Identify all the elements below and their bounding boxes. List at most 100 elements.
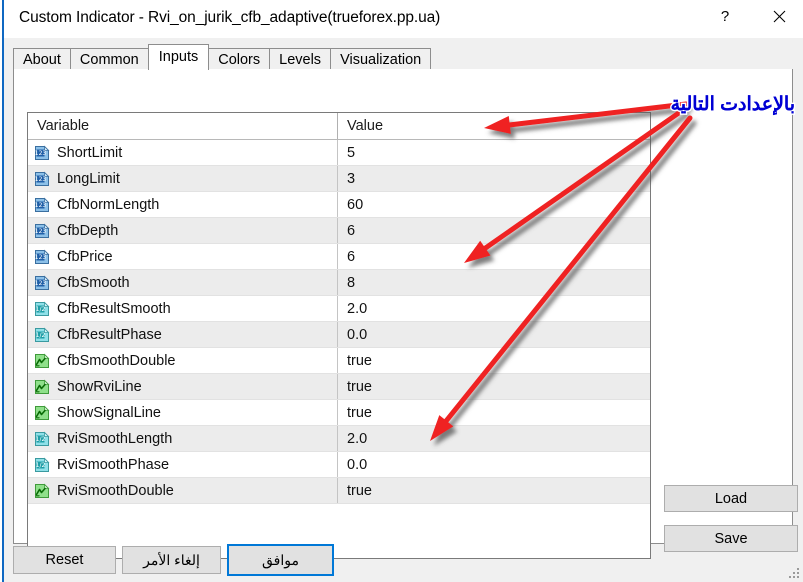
grid-row[interactable]: 1/2 CfbResultPhase 0.0 (28, 322, 650, 348)
value-cell[interactable]: 60 (338, 192, 650, 217)
variable-name: CfbPrice (57, 248, 113, 265)
double-icon: 1/2 (35, 327, 50, 342)
tab-visualization[interactable]: Visualization (330, 48, 432, 70)
grid-row[interactable]: 123 LongLimit 3 (28, 166, 650, 192)
value-cell[interactable]: 8 (338, 270, 650, 295)
variable-name: ShowRviLine (57, 378, 142, 395)
variable-cell[interactable]: 1/2 RviSmoothLength (28, 426, 338, 451)
cancel-button-label: إلغاء الأمر (143, 551, 200, 568)
grid-row[interactable]: ShowRviLine true (28, 374, 650, 400)
boolean-icon (35, 405, 50, 420)
tab-label: About (23, 52, 61, 68)
tab-common[interactable]: Common (69, 48, 149, 70)
variable-cell[interactable]: 123 CfbDepth (28, 218, 338, 243)
variable-name: RviSmoothPhase (57, 456, 170, 473)
variable-cell[interactable]: CfbSmoothDouble (28, 348, 338, 373)
resize-grip[interactable] (789, 568, 801, 580)
grid-row[interactable]: 123 CfbSmooth 8 (28, 270, 650, 296)
variable-cell[interactable]: 123 CfbPrice (28, 244, 338, 269)
tab-colors[interactable]: Colors (208, 48, 271, 70)
grid-row[interactable]: 123 ShortLimit 5 (28, 140, 650, 166)
variable-cell[interactable]: 1/2 CfbResultPhase (28, 322, 338, 347)
tab-levels[interactable]: Levels (269, 48, 332, 70)
custom-indicator-dialog: Custom Indicator - Rvi_on_jurik_cfb_adap… (0, 0, 803, 582)
tab-about[interactable]: About (13, 48, 71, 70)
grid-row[interactable]: CfbSmoothDouble true (28, 348, 650, 374)
tab-label: Visualization (340, 52, 422, 68)
variable-cell[interactable]: 123 LongLimit (28, 166, 338, 191)
grid-row[interactable]: ShowSignalLine true (28, 400, 650, 426)
save-button[interactable]: Save (664, 525, 798, 552)
variable-cell[interactable]: ShowSignalLine (28, 400, 338, 425)
tab-strip: About Common Inputs Colors Levels Visualizati… (13, 44, 793, 70)
variable-name: ShowSignalLine (57, 404, 161, 421)
svg-text:1/2: 1/2 (36, 306, 46, 313)
grid-body: 123 ShortLimit 5 123 LongLimit 3 123 CfbNormLen… (28, 140, 650, 504)
svg-text:123: 123 (35, 202, 47, 209)
dialog-client-area: About Common Inputs Colors Levels Visualizati… (4, 38, 803, 582)
grid-row[interactable]: 1/2 RviSmoothLength 2.0 (28, 426, 650, 452)
variable-cell[interactable]: 123 CfbNormLength (28, 192, 338, 217)
svg-text:123: 123 (35, 280, 47, 287)
value-cell[interactable]: 6 (338, 218, 650, 243)
value-cell[interactable]: 3 (338, 166, 650, 191)
value-cell[interactable]: 0.0 (338, 322, 650, 347)
close-button[interactable] (756, 0, 802, 32)
load-button[interactable]: Load (664, 485, 798, 512)
grid-row[interactable]: 1/2 RviSmoothPhase 0.0 (28, 452, 650, 478)
svg-text:123: 123 (35, 254, 47, 261)
integer-icon: 123 (35, 275, 50, 290)
grid-row[interactable]: 1/2 CfbResultSmooth 2.0 (28, 296, 650, 322)
tab-label: Levels (279, 52, 322, 68)
variable-name: RviSmoothLength (57, 430, 173, 447)
load-button-label: Load (714, 490, 748, 507)
value-cell[interactable]: 5 (338, 140, 650, 165)
reset-button[interactable]: Reset (13, 546, 116, 574)
value-cell[interactable]: true (338, 478, 650, 503)
variable-cell[interactable]: 1/2 RviSmoothPhase (28, 452, 338, 477)
svg-text:123: 123 (35, 228, 47, 235)
question-mark-icon: ? (720, 7, 730, 25)
value-cell[interactable]: 2.0 (338, 296, 650, 321)
double-icon: 1/2 (35, 431, 50, 446)
window-title: Custom Indicator - Rvi_on_jurik_cfb_adap… (19, 9, 441, 26)
variable-cell[interactable]: 1/2 CfbResultSmooth (28, 296, 338, 321)
tab-label: Inputs (158, 49, 199, 65)
grid-row[interactable]: 123 CfbNormLength 60 (28, 192, 650, 218)
grid-row[interactable]: RviSmoothDouble true (28, 478, 650, 504)
value-cell[interactable]: true (338, 400, 650, 425)
integer-icon: 123 (35, 197, 50, 212)
tab-inputs[interactable]: Inputs (147, 44, 210, 70)
boolean-icon (35, 353, 50, 368)
variable-cell[interactable]: ShowRviLine (28, 374, 338, 399)
grid-row[interactable]: 123 CfbPrice 6 (28, 244, 650, 270)
value-cell[interactable]: true (338, 348, 650, 373)
column-header-variable[interactable]: Variable (28, 113, 338, 139)
variable-cell[interactable]: RviSmoothDouble (28, 478, 338, 503)
cancel-button[interactable]: إلغاء الأمر (122, 546, 221, 574)
title-bar: Custom Indicator - Rvi_on_jurik_cfb_adap… (4, 0, 803, 38)
variable-name: ShortLimit (57, 144, 123, 161)
variable-name: CfbSmoothDouble (57, 352, 176, 369)
variable-name: CfbDepth (57, 222, 119, 239)
variable-name: CfbResultSmooth (57, 300, 171, 317)
boolean-icon (35, 379, 50, 394)
variable-cell[interactable]: 123 CfbSmooth (28, 270, 338, 295)
grid-row[interactable]: 123 CfbDepth 6 (28, 218, 650, 244)
value-cell[interactable]: 6 (338, 244, 650, 269)
value-cell[interactable]: 2.0 (338, 426, 650, 451)
variable-cell[interactable]: 123 ShortLimit (28, 140, 338, 165)
value-cell[interactable]: true (338, 374, 650, 399)
integer-icon: 123 (35, 171, 50, 186)
integer-icon: 123 (35, 223, 50, 238)
svg-text:1/2: 1/2 (36, 462, 46, 469)
inputs-grid[interactable]: Variable Value 123 ShortLimit 5 123 LongLimi… (27, 112, 651, 559)
svg-text:1/2: 1/2 (36, 436, 46, 443)
close-icon (773, 10, 785, 22)
save-button-label: Save (714, 530, 748, 547)
help-button[interactable]: ? (702, 0, 748, 32)
value-cell[interactable]: 0.0 (338, 452, 650, 477)
ok-button[interactable]: موافق (227, 544, 334, 576)
column-header-value[interactable]: Value (338, 113, 650, 139)
double-icon: 1/2 (35, 301, 50, 316)
